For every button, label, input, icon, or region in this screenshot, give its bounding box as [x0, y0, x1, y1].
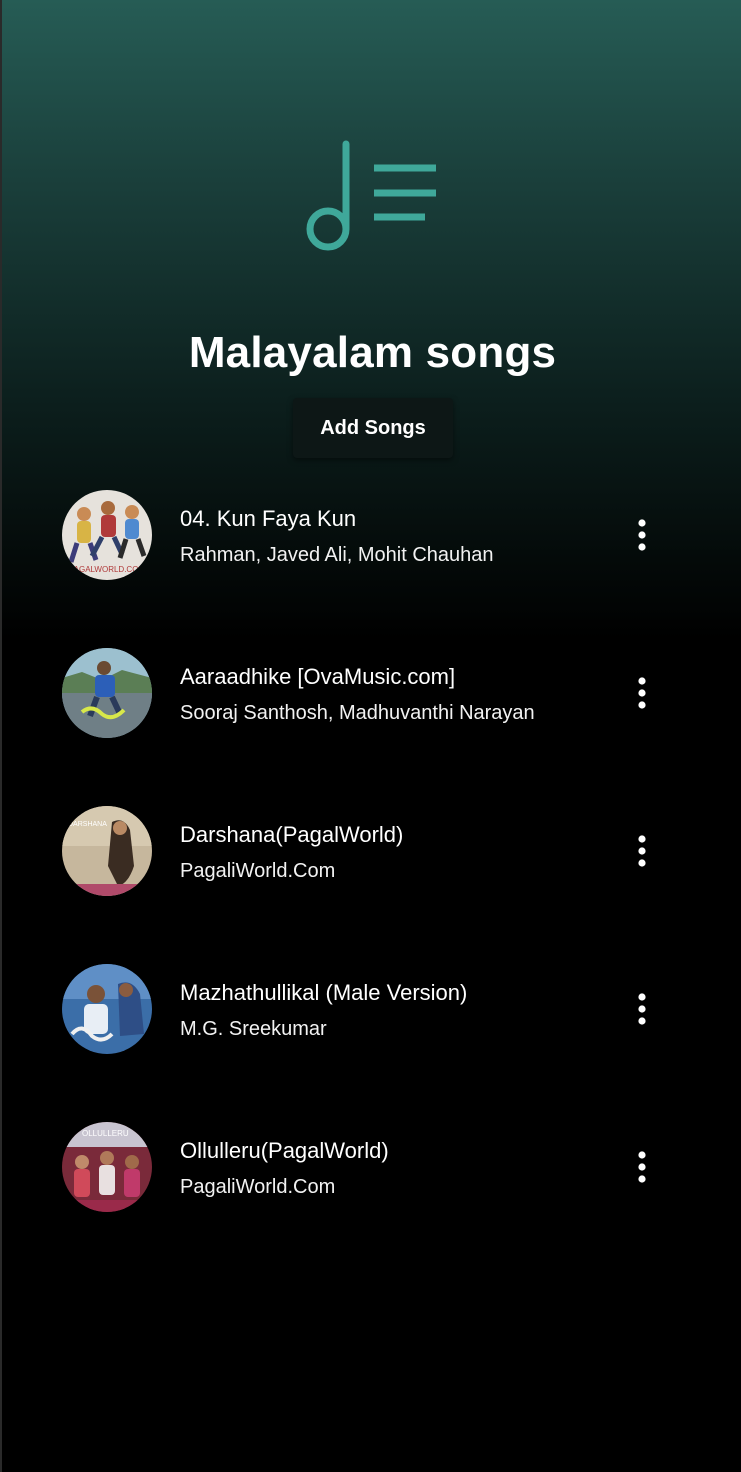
album-art: DARSHANA [62, 806, 152, 896]
more-vertical-icon [638, 519, 646, 551]
playlist-title: Malayalam songs [188, 328, 557, 377]
song-title: Ollulleru(PagalWorld) [180, 1138, 389, 1163]
more-options-button[interactable] [624, 672, 660, 714]
album-art-label: PAGALWORLD.COM [69, 565, 145, 574]
more-options-button[interactable] [624, 514, 660, 556]
song-artist: PagaliWorld.Com [180, 1176, 336, 1198]
song-row[interactable]: DARSHANA Darshana(PagalWorld) PagaliWorl… [2, 786, 741, 916]
song-title: Darshana(PagalWorld) [180, 822, 404, 847]
song-row[interactable]: OLLULLERU Ollulleru(PagalWorld) PagaliWo… [2, 1102, 741, 1232]
more-options-button[interactable] [624, 830, 660, 872]
song-artist: PagaliWorld.Com [180, 860, 336, 882]
song-title: 04. Kun Faya Kun [180, 506, 357, 531]
more-options-button[interactable] [624, 1146, 660, 1188]
add-songs-button[interactable]: Add Songs [293, 398, 453, 458]
more-vertical-icon [638, 835, 646, 867]
song-row[interactable]: Aaraadhike [OvaMusic.com] Sooraj Santhos… [2, 628, 741, 758]
more-vertical-icon [638, 677, 646, 709]
song-artist: Sooraj Santhosh, Madhuvanthi Narayan [180, 702, 535, 724]
album-art-label: DARSHANA [68, 821, 107, 828]
album-art [62, 648, 152, 738]
album-art [62, 964, 152, 1054]
album-art-label: OLLULLERU [82, 1129, 129, 1138]
song-title: Aaraadhike [OvaMusic.com] [180, 664, 456, 689]
song-title: Mazhathullikal (Male Version) [180, 980, 468, 1005]
more-vertical-icon [638, 993, 646, 1025]
playlist-screen: Malayalam songs Add Songs PAGALWORLD.COM [0, 0, 741, 1472]
album-art: OLLULLERU [62, 1122, 152, 1212]
song-artist: M.G. Sreekumar [180, 1018, 327, 1040]
music-playlist-icon [306, 140, 436, 251]
more-options-button[interactable] [624, 988, 660, 1030]
song-row[interactable]: Mazhathullikal (Male Version) M.G. Sreek… [2, 944, 741, 1074]
more-vertical-icon [638, 1151, 646, 1183]
song-artist: Rahman, Javed Ali, Mohit Chauhan [180, 544, 494, 566]
song-row[interactable]: PAGALWORLD.COM 04. Kun Faya Kun Rahman, … [2, 470, 741, 600]
album-art: PAGALWORLD.COM [62, 490, 152, 580]
